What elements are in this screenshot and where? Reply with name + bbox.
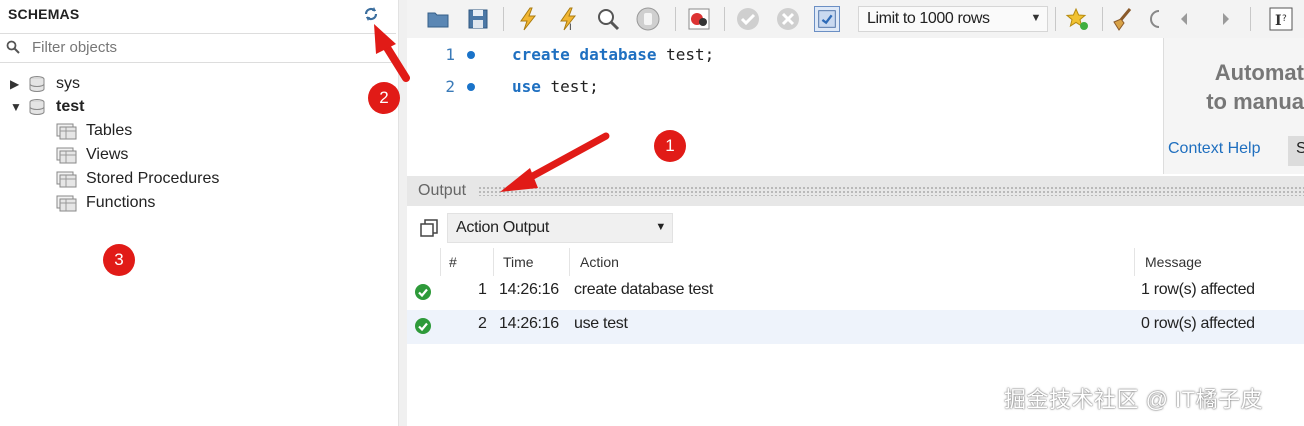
help-line-1: Automat	[1214, 60, 1304, 85]
output-type-select[interactable]: Action Output ▼	[447, 213, 673, 243]
code-line[interactable]: use test;	[512, 77, 599, 96]
annotation-badge-1: 1	[654, 130, 686, 162]
collapse-arrow-icon[interactable]: ▼	[10, 100, 22, 114]
tree-item-stored-procedures[interactable]: Stored Procedures	[56, 168, 219, 190]
open-file-icon[interactable]	[425, 6, 451, 32]
tree-item-tables[interactable]: Tables	[56, 120, 132, 142]
row-action: use test	[574, 315, 628, 332]
output-type-label: Action Output	[456, 219, 550, 236]
toolbar-separator	[503, 7, 504, 31]
help-message: Automat to manua	[1170, 58, 1304, 116]
row-message: 1 row(s) affected	[1141, 281, 1255, 298]
tables-folder-icon	[56, 123, 77, 140]
output-title: Output	[418, 182, 467, 199]
save-icon[interactable]	[465, 6, 491, 32]
commit-check-icon[interactable]	[735, 6, 761, 32]
limit-rows-select[interactable]: Limit to 1000 rows ▼	[858, 6, 1048, 32]
row-number: 2	[478, 315, 487, 332]
tree-label-functions: Functions	[86, 194, 156, 211]
column-header-action[interactable]: Action	[580, 250, 619, 274]
tree-item-test[interactable]: ▼ test	[10, 96, 84, 118]
execute-lightning-icon[interactable]	[515, 6, 541, 32]
tree-item-sys[interactable]: ▶ sys	[10, 73, 80, 95]
tree-label-tables: Tables	[86, 122, 133, 139]
sql-editor-toolbar	[407, 0, 1304, 39]
tree-label-stored-procedures: Stored Procedures	[86, 170, 220, 187]
toolbar-separator	[1102, 7, 1103, 31]
tab-snippets[interactable]: S	[1288, 136, 1304, 166]
views-folder-icon	[56, 147, 77, 164]
sql-keyword: create database	[512, 45, 657, 64]
toolbar-separator	[1055, 7, 1056, 31]
rollback-x-icon[interactable]	[775, 6, 801, 32]
copy-icon[interactable]	[419, 218, 439, 238]
tree-label-test: test	[56, 98, 85, 115]
dropdown-caret-icon: ▼	[1030, 12, 1042, 24]
row-time: 14:26:16	[499, 281, 559, 298]
row-message: 0 row(s) affected	[1141, 315, 1255, 332]
tab-context-help[interactable]: Context Help	[1168, 140, 1261, 158]
annotation-badge-2: 2	[368, 82, 400, 114]
success-check-icon	[415, 284, 431, 300]
search-icon	[6, 40, 20, 54]
column-header-time[interactable]: Time	[503, 250, 534, 274]
tree-item-functions[interactable]: Functions	[56, 192, 155, 214]
toolbar-separator	[724, 7, 725, 31]
schemas-title: SCHEMAS	[8, 6, 80, 22]
database-icon	[29, 76, 45, 93]
panel-splitter[interactable]	[398, 0, 407, 426]
beautify-broom-icon[interactable]	[1110, 6, 1136, 32]
procedures-folder-icon	[56, 171, 77, 188]
refresh-icon[interactable]	[362, 5, 380, 23]
line-number: 1	[445, 45, 455, 64]
output-drag-handle[interactable]	[478, 186, 1304, 196]
row-number: 1	[478, 281, 487, 298]
line-number: 2	[445, 77, 455, 96]
explain-icon[interactable]	[595, 6, 621, 32]
watermark: 掘金技术社区 @ IT橘子皮	[1004, 387, 1264, 412]
expand-arrow-icon[interactable]: ▶	[10, 77, 22, 91]
tree-label-sys: sys	[56, 75, 80, 92]
dropdown-caret-icon: ▼	[655, 221, 666, 233]
tree-item-views[interactable]: Views	[56, 144, 128, 166]
find-partial-icon[interactable]	[1150, 6, 1162, 32]
row-time: 14:26:16	[499, 315, 559, 332]
functions-folder-icon	[56, 195, 77, 212]
success-check-icon	[415, 318, 431, 334]
back-arrow-icon[interactable]	[1176, 6, 1192, 32]
filter-objects-input[interactable]	[28, 34, 396, 60]
database-icon	[29, 99, 45, 116]
statement-marker-icon	[467, 51, 475, 59]
toggle-error-icon[interactable]	[686, 6, 712, 32]
toolbar-separator	[675, 7, 676, 31]
help-line-2: to manua	[1206, 89, 1304, 114]
execute-current-icon[interactable]: I	[555, 6, 581, 32]
sql-text: test;	[656, 45, 715, 64]
limit-rows-label: Limit to 1000 rows	[867, 10, 990, 27]
annotation-badge-3: 3	[103, 244, 135, 276]
stop-hand-icon[interactable]	[635, 6, 661, 32]
toolbar-separator	[1250, 7, 1251, 31]
svg-text:I: I	[569, 23, 572, 32]
add-snippet-star-icon[interactable]	[1064, 6, 1090, 32]
row-action: create database test	[574, 281, 713, 298]
tree-label-views: Views	[86, 146, 129, 163]
statement-marker-icon	[467, 83, 475, 91]
sql-text: test;	[540, 77, 599, 96]
svg-text:?: ?	[1282, 14, 1287, 24]
autocommit-toggle-icon[interactable]	[814, 6, 840, 32]
context-help-icon[interactable]: I ?	[1268, 6, 1294, 32]
code-line[interactable]: create database test;	[512, 45, 714, 64]
svg-text:I: I	[1275, 13, 1282, 29]
column-header-message[interactable]: Message	[1145, 250, 1202, 274]
column-header-num[interactable]: #	[449, 250, 457, 274]
forward-arrow-icon[interactable]	[1218, 6, 1234, 32]
sql-keyword: use	[512, 77, 541, 96]
